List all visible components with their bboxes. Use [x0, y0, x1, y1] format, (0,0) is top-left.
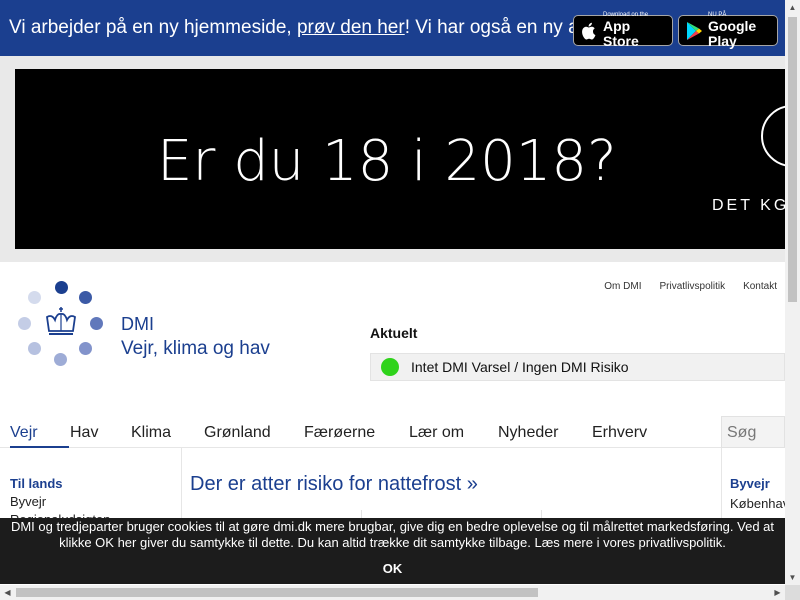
left-divider [181, 448, 182, 518]
alert-status-text: Intet DMI Varsel / Ingen DMI Risiko [411, 359, 629, 375]
google-play-icon [687, 21, 702, 40]
nav-item-gronland[interactable]: Grønland [204, 424, 271, 442]
logo-name: DMI [121, 314, 154, 334]
horizontal-scroll-thumb[interactable] [16, 588, 538, 597]
cookie-text: DMI og tredjeparter bruger cookies til a… [10, 519, 775, 550]
alert-status-box[interactable]: Intet DMI Varsel / Ingen DMI Risiko [370, 353, 785, 381]
cookie-consent-bar: DMI og tredjeparter bruger cookies til a… [0, 518, 785, 584]
status-green-icon [381, 358, 399, 376]
banner-text-before: Vi arbejder på en ny hjemmeside, [9, 17, 297, 38]
horizontal-scrollbar[interactable]: ◀ ▶ [0, 585, 785, 600]
ad-lightbulb-icon [761, 105, 785, 167]
nav-item-hav[interactable]: Hav [70, 424, 98, 442]
banner-message: Vi arbejder på en ny hjemmeside, prøv de… [9, 17, 600, 39]
ad-headline: Er du 18 i 2018? [157, 129, 617, 194]
logo-dot [54, 353, 67, 366]
nav-active-underline [10, 446, 69, 448]
left-menu-byvejr[interactable]: Byvejr [10, 494, 110, 509]
logo-dot [28, 291, 41, 304]
vertical-scroll-thumb[interactable] [788, 17, 797, 302]
advertisement-banner[interactable]: Er du 18 i 2018? DET KG [15, 69, 785, 249]
scrollbar-corner [785, 585, 800, 600]
site-header: DMI Vejr, klima og hav Om DMI Privatlivs… [0, 262, 785, 412]
logo-dot [55, 281, 68, 294]
about-dmi-link[interactable]: Om DMI [604, 281, 641, 292]
main-headline-link[interactable]: Der er atter risiko for nattefrost » [190, 473, 478, 496]
logo-dot [18, 317, 31, 330]
top-links: Om DMI Privatlivspolitik Kontakt [604, 281, 777, 292]
dmi-logo[interactable] [17, 280, 107, 370]
logo-dot [79, 342, 92, 355]
google-play-big-text: Google Play [708, 18, 757, 49]
logo-dot [90, 317, 103, 330]
apple-icon [582, 22, 596, 40]
right-divider [721, 448, 722, 518]
contact-link[interactable]: Kontakt [743, 281, 777, 292]
right-menu-city[interactable]: Københav [730, 496, 789, 511]
scroll-up-icon[interactable]: ▲ [785, 0, 800, 15]
scroll-right-icon[interactable]: ▶ [770, 585, 785, 600]
left-menu-heading[interactable]: Til lands [10, 476, 110, 491]
crown-icon [46, 307, 76, 335]
logo-dot [79, 291, 92, 304]
top-banner: Vi arbejder på en ny hjemmeside, prøv de… [0, 0, 785, 56]
logo-tagline: Vejr, klima og hav [121, 338, 270, 359]
nav-item-laer-om[interactable]: Lær om [409, 424, 464, 442]
right-menu-heading[interactable]: Byvejr [730, 476, 789, 491]
app-store-badge[interactable]: Download on the App Store [573, 12, 673, 49]
ad-container: Er du 18 i 2018? DET KG [0, 56, 785, 262]
privacy-policy-link[interactable]: Privatlivspolitik [660, 281, 726, 292]
banner-text-after: ! Vi har også en ny app [404, 17, 600, 38]
vertical-scrollbar[interactable]: ▲ ▼ [785, 0, 800, 585]
logo-dot [28, 342, 41, 355]
google-play-badge[interactable]: NU PÅ Google Play [678, 12, 778, 49]
nav-item-nyheder[interactable]: Nyheder [498, 424, 558, 442]
nav-item-erhverv[interactable]: Erhverv [592, 424, 647, 442]
banner-try-link[interactable]: prøv den her [297, 17, 405, 38]
cookie-ok-button[interactable]: OK [383, 561, 403, 576]
ad-brand: DET KG [712, 197, 785, 214]
nav-item-vejr[interactable]: Vejr [10, 424, 38, 442]
aktuelt-label: Aktuelt [370, 325, 418, 341]
main-nav: Vejr Hav Klima Grønland Færøerne Lær om … [0, 412, 785, 448]
app-store-big-text: App Store [603, 18, 639, 49]
nav-item-faeroerne[interactable]: Færøerne [304, 424, 375, 442]
scroll-left-icon[interactable]: ◀ [0, 585, 15, 600]
scroll-down-icon[interactable]: ▼ [785, 570, 800, 585]
right-menu: Byvejr Københav [730, 476, 789, 511]
search-input[interactable]: Søg [721, 416, 785, 448]
nav-item-klima[interactable]: Klima [131, 424, 171, 442]
